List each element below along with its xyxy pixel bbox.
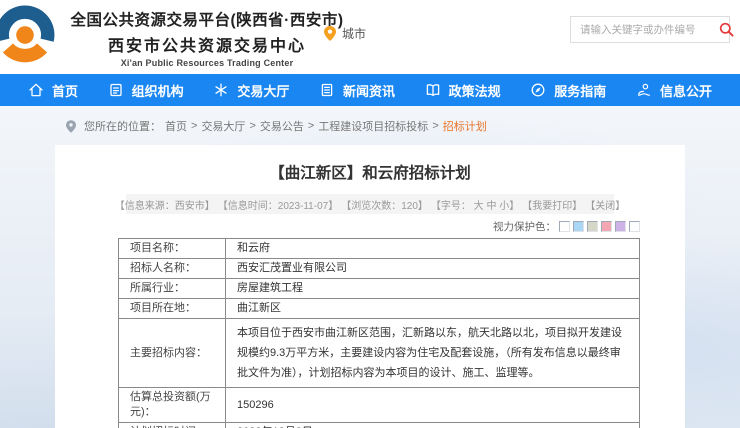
breadcrumb-separator: >	[249, 120, 255, 132]
eye-protection-label: 视力保护色：	[493, 219, 556, 234]
table-row-project-name: 项目名称： 和云府	[119, 239, 640, 259]
trade-hall-icon	[213, 82, 229, 98]
nav-item-info-disclosure[interactable]: 信息公开	[636, 81, 712, 100]
news-icon	[319, 82, 335, 98]
nav-item-service-guide[interactable]: 服务指南	[530, 81, 606, 100]
table-row-planned-bid-time: 计划招标时间： 2023年12月8日	[119, 423, 640, 428]
meta-view-count: 【浏览次数：120】	[341, 197, 428, 212]
organization-icon	[108, 82, 124, 98]
info-disclosure-icon	[636, 82, 652, 98]
eye-color-swatch-1[interactable]	[559, 221, 570, 232]
article-panel: 【曲江新区】和云府招标计划 【信息来源：西安市】 【信息时间：2023-11-0…	[55, 145, 685, 428]
eye-protection-row: 视力保护色：	[55, 219, 640, 233]
service-guide-icon	[530, 82, 546, 98]
nav-item-news[interactable]: 新闻资讯	[319, 81, 395, 100]
row-value: 150296	[226, 388, 640, 423]
row-label: 项目所在地：	[119, 299, 226, 319]
row-label: 项目名称：	[119, 239, 226, 259]
site-title-block: 全国公共资源交易平台(陕西省·西安市) 西安市公共资源交易中心 Xi'an Pu…	[60, 8, 354, 68]
row-value: 2023年12月8日	[226, 423, 640, 428]
city-label: 城市	[342, 25, 366, 42]
nav-label: 服务指南	[554, 81, 606, 100]
page-title: 【曲江新区】和云府招标计划	[55, 161, 685, 183]
eye-color-swatch-4[interactable]	[601, 221, 612, 232]
table-row-estimated-investment: 估算总投资额(万元)： 150296	[119, 388, 640, 423]
nav-label: 首页	[52, 81, 78, 100]
article-meta-bar: 【信息来源：西安市】 【信息时间：2023-11-07】 【浏览次数：120】 …	[126, 194, 614, 214]
breadcrumb: 您所在的位置： 首页 > 交易大厅 > 交易公告 > 工程建设项目招标投标 > …	[66, 118, 487, 134]
breadcrumb-separator: >	[308, 120, 314, 132]
close-button[interactable]: 【关闭】	[585, 197, 625, 212]
row-value: 曲江新区	[226, 299, 640, 319]
row-value: 西安汇茂置业有限公司	[226, 259, 640, 279]
row-value: 和云府	[226, 239, 640, 259]
search-button[interactable]	[719, 17, 734, 42]
eye-color-swatch-6[interactable]	[629, 221, 640, 232]
row-label: 所属行业：	[119, 279, 226, 299]
eye-color-swatch-5[interactable]	[615, 221, 626, 232]
bid-plan-table: 项目名称： 和云府 招标人名称： 西安汇茂置业有限公司 所属行业： 房屋建筑工程…	[118, 238, 640, 428]
row-value: 本项目位于西安市曲江新区范围，汇新路以东，航天北路以北，项目拟开发建设规模约9.…	[226, 319, 640, 388]
main-area: 您所在的位置： 首页 > 交易大厅 > 交易公告 > 工程建设项目招标投标 > …	[0, 106, 740, 428]
breadcrumb-item-trade-notice[interactable]: 交易公告	[260, 118, 304, 134]
table-row-project-location: 项目所在地： 曲江新区	[119, 299, 640, 319]
breadcrumb-current: 招标计划	[443, 118, 487, 134]
nav-label: 组织机构	[132, 81, 184, 100]
nav-item-policy[interactable]: 政策法规	[425, 81, 501, 100]
nav-label: 新闻资讯	[343, 81, 395, 100]
site-header: 全国公共资源交易平台(陕西省·西安市) 西安市公共资源交易中心 Xi'an Pu…	[0, 0, 740, 74]
breadcrumb-prefix: 您所在的位置：	[84, 118, 161, 134]
meta-font-size-controls[interactable]: 【字号： 大 中 小】	[431, 197, 519, 212]
search-icon	[719, 22, 734, 37]
nav-label: 信息公开	[660, 81, 712, 100]
breadcrumb-item-construction-bidding[interactable]: 工程建设项目招标投标	[318, 118, 428, 134]
row-label: 主要招标内容：	[119, 319, 226, 388]
nav-item-organization[interactable]: 组织机构	[108, 81, 184, 100]
breadcrumb-pin-icon	[66, 120, 76, 133]
table-row-tenderer-name: 招标人名称： 西安汇茂置业有限公司	[119, 259, 640, 279]
nav-item-trade-hall[interactable]: 交易大厅	[213, 81, 289, 100]
nav-label: 交易大厅	[237, 81, 289, 100]
site-title-cn-2: 西安市公共资源交易中心	[60, 32, 354, 56]
row-label: 招标人名称：	[119, 259, 226, 279]
breadcrumb-item-home[interactable]: 首页	[165, 118, 187, 134]
site-logo-icon	[0, 3, 56, 65]
site-title-en: Xi'an Public Resources Trading Center	[60, 58, 354, 68]
eye-color-swatch-2[interactable]	[573, 221, 584, 232]
table-row-main-bid-content: 主要招标内容： 本项目位于西安市曲江新区范围，汇新路以东，航天北路以北，项目拟开…	[119, 319, 640, 388]
row-value: 房屋建筑工程	[226, 279, 640, 299]
print-button[interactable]: 【我要打印】	[522, 197, 582, 212]
nav-label: 政策法规	[449, 81, 501, 100]
row-label: 估算总投资额(万元)：	[119, 388, 226, 423]
table-row-industry: 所属行业： 房屋建筑工程	[119, 279, 640, 299]
policy-icon	[425, 82, 441, 98]
breadcrumb-separator: >	[191, 120, 197, 132]
main-nav: 首页 组织机构 交易大厅 新闻资讯 政策法规 服务指南	[0, 74, 740, 106]
nav-item-home[interactable]: 首页	[28, 81, 78, 100]
location-pin-icon	[324, 26, 336, 41]
breadcrumb-item-trade-hall[interactable]: 交易大厅	[201, 118, 245, 134]
eye-color-swatch-3[interactable]	[587, 221, 598, 232]
breadcrumb-separator: >	[432, 120, 438, 132]
row-label: 计划招标时间：	[119, 423, 226, 428]
search-input[interactable]	[571, 24, 719, 36]
city-selector[interactable]: 城市	[324, 25, 366, 42]
meta-info-time: 【信息时间：2023-11-07】	[218, 197, 338, 212]
meta-info-source: 【信息来源：西安市】	[115, 197, 215, 212]
search-box	[570, 16, 730, 43]
site-title-cn-1: 全国公共资源交易平台(陕西省·西安市)	[60, 8, 354, 30]
home-icon	[28, 82, 44, 98]
